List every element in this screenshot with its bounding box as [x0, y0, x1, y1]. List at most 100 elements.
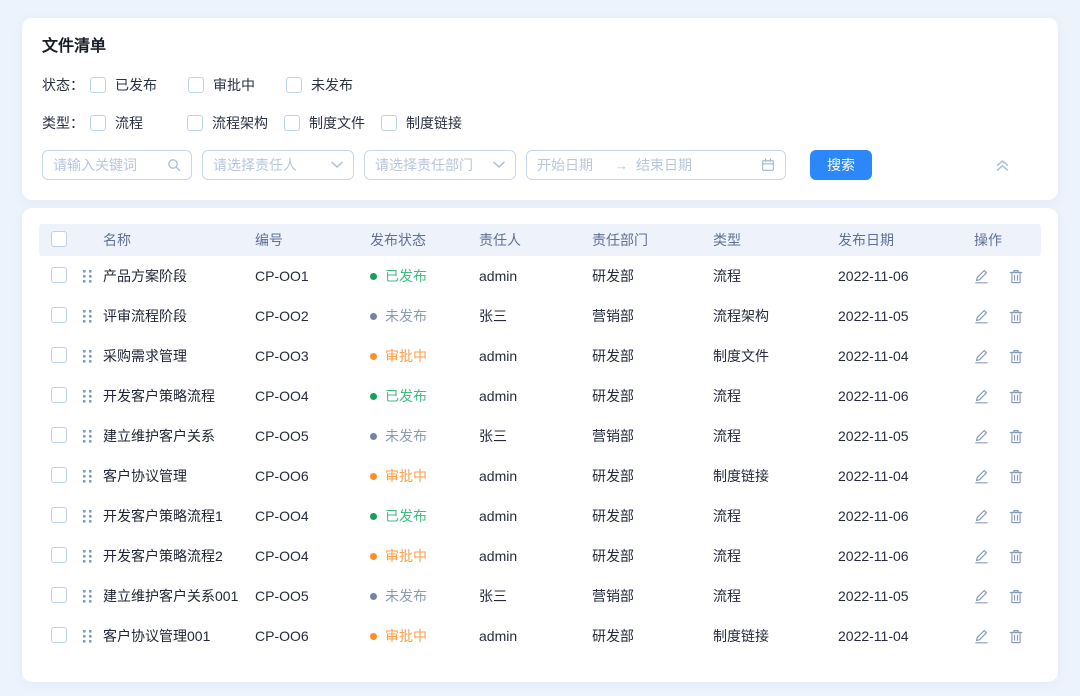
drag-handle-icon[interactable] [83, 390, 103, 403]
row-checkbox[interactable] [51, 307, 67, 323]
drag-handle-icon[interactable] [83, 510, 103, 523]
edit-icon[interactable] [974, 508, 989, 524]
row-status: 已发布 [370, 386, 479, 406]
checkbox-published[interactable] [90, 77, 106, 93]
drag-handle-icon[interactable] [83, 630, 103, 643]
department-select[interactable]: 请选择责任部门 [364, 150, 516, 180]
row-code: CP-OO5 [255, 588, 370, 604]
type-filter-label: 类型： [42, 113, 90, 133]
keyword-input-wrap [42, 150, 192, 180]
row-owner: admin [479, 468, 592, 484]
edit-icon[interactable] [974, 388, 989, 404]
start-date-input[interactable] [537, 157, 613, 173]
row-checkbox[interactable] [51, 267, 67, 283]
row-checkbox[interactable] [51, 467, 67, 483]
edit-icon[interactable] [974, 468, 989, 484]
row-status: 已发布 [370, 266, 479, 286]
column-header-name: 名称 [103, 230, 255, 250]
row-checkbox[interactable] [51, 427, 67, 443]
edit-icon[interactable] [974, 308, 989, 324]
status-dot-icon [370, 433, 377, 440]
type-option-process[interactable]: 流程 [90, 113, 187, 133]
delete-icon[interactable] [1009, 389, 1023, 404]
drag-handle-icon[interactable] [83, 270, 103, 283]
delete-icon[interactable] [1009, 629, 1023, 644]
search-button[interactable]: 搜索 [810, 150, 872, 180]
chevron-down-icon [493, 161, 505, 169]
owner-select[interactable]: 请选择责任人 [202, 150, 354, 180]
row-type: 流程 [713, 586, 838, 606]
status-label: 审批中 [385, 546, 427, 566]
edit-icon[interactable] [974, 348, 989, 364]
type-option-institution-file[interactable]: 制度文件 [284, 113, 381, 133]
table-row: 客户协议管理001CP-OO6审批中admin研发部制度链接2022-11-04 [39, 616, 1041, 656]
status-dot-icon [370, 513, 377, 520]
row-checkbox[interactable] [51, 587, 67, 603]
delete-icon[interactable] [1009, 509, 1023, 524]
row-status: 未发布 [370, 306, 479, 326]
column-header-status: 发布状态 [370, 230, 479, 250]
type-option-institution-link[interactable]: 制度链接 [381, 113, 478, 133]
calendar-icon [761, 158, 775, 172]
table-body: 产品方案阶段CP-OO1已发布admin研发部流程2022-11-06评审流程阶… [39, 256, 1041, 656]
delete-icon[interactable] [1009, 469, 1023, 484]
row-type: 流程 [713, 386, 838, 406]
checkbox-process[interactable] [90, 115, 106, 131]
chevron-down-icon [331, 161, 343, 169]
edit-icon[interactable] [974, 628, 989, 644]
delete-icon[interactable] [1009, 429, 1023, 444]
select-all-checkbox[interactable] [51, 231, 67, 247]
status-option-unpublished[interactable]: 未发布 [286, 75, 384, 95]
row-date: 2022-11-06 [838, 508, 962, 524]
row-date: 2022-11-05 [838, 428, 962, 444]
row-checkbox[interactable] [51, 547, 67, 563]
table-row: 开发客户策略流程2CP-OO4审批中admin研发部流程2022-11-06 [39, 536, 1041, 576]
table-row: 建立维护客户关系001CP-OO5未发布张三营销部流程2022-11-05 [39, 576, 1041, 616]
checkbox-architecture[interactable] [187, 115, 203, 131]
delete-icon[interactable] [1009, 589, 1023, 604]
delete-icon[interactable] [1009, 549, 1023, 564]
drag-handle-icon[interactable] [83, 590, 103, 603]
drag-handle-icon[interactable] [83, 350, 103, 363]
row-status: 已发布 [370, 506, 479, 526]
table-row: 产品方案阶段CP-OO1已发布admin研发部流程2022-11-06 [39, 256, 1041, 296]
type-option-architecture[interactable]: 流程架构 [187, 113, 284, 133]
row-code: CP-OO6 [255, 628, 370, 644]
row-status: 未发布 [370, 426, 479, 446]
drag-handle-icon[interactable] [83, 430, 103, 443]
drag-handle-icon[interactable] [83, 310, 103, 323]
checkbox-institution-link[interactable] [381, 115, 397, 131]
collapse-icon[interactable] [995, 159, 1010, 172]
row-code: CP-OO2 [255, 308, 370, 324]
status-label: 未发布 [385, 586, 427, 606]
checkbox-unpublished[interactable] [286, 77, 302, 93]
drag-handle-icon[interactable] [83, 550, 103, 563]
row-checkbox[interactable] [51, 507, 67, 523]
edit-icon[interactable] [974, 588, 989, 604]
delete-icon[interactable] [1009, 309, 1023, 324]
edit-icon[interactable] [974, 268, 989, 284]
drag-handle-icon[interactable] [83, 470, 103, 483]
keyword-input[interactable] [53, 157, 167, 173]
checkbox-approving[interactable] [188, 77, 204, 93]
row-checkbox[interactable] [51, 347, 67, 363]
edit-icon[interactable] [974, 548, 989, 564]
table-row: 采购需求管理CP-OO3审批中admin研发部制度文件2022-11-04 [39, 336, 1041, 376]
column-header-actions: 操作 [962, 230, 1041, 250]
status-option-published[interactable]: 已发布 [90, 75, 188, 95]
date-range-picker[interactable]: → [526, 150, 786, 180]
checkbox-label: 制度链接 [406, 113, 462, 133]
row-owner: admin [479, 508, 592, 524]
row-department: 营销部 [592, 586, 713, 606]
status-option-approving[interactable]: 审批中 [188, 75, 286, 95]
delete-icon[interactable] [1009, 349, 1023, 364]
end-date-input[interactable] [636, 157, 712, 173]
edit-icon[interactable] [974, 428, 989, 444]
row-status: 审批中 [370, 546, 479, 566]
status-dot-icon [370, 273, 377, 280]
row-checkbox[interactable] [51, 387, 67, 403]
department-select-placeholder: 请选择责任部门 [375, 155, 473, 175]
checkbox-institution-file[interactable] [284, 115, 300, 131]
row-checkbox[interactable] [51, 627, 67, 643]
delete-icon[interactable] [1009, 269, 1023, 284]
